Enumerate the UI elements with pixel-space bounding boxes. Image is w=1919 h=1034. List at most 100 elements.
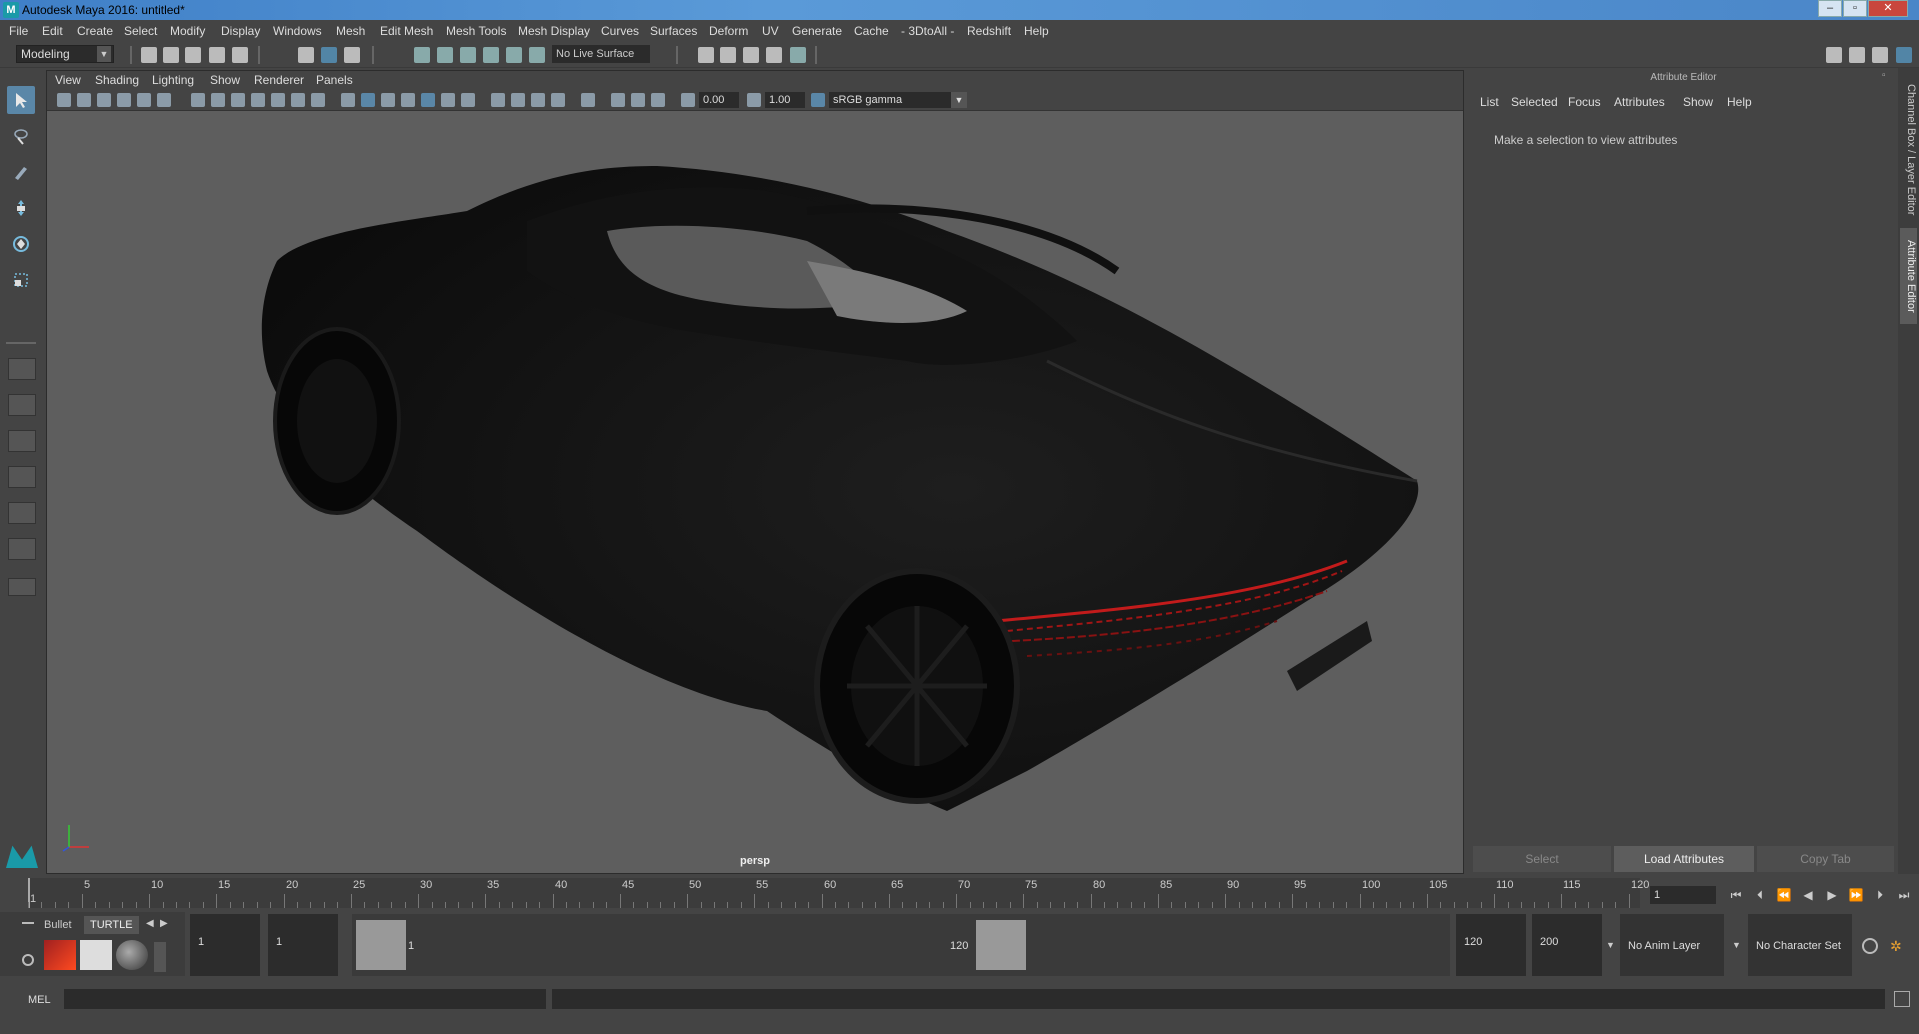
ipr-render-icon[interactable] bbox=[720, 47, 736, 63]
menu-mesh-display[interactable]: Mesh Display bbox=[518, 24, 590, 38]
tool-settings-icon[interactable] bbox=[1872, 47, 1888, 63]
close-button[interactable]: ✕ bbox=[1868, 0, 1908, 17]
select-button[interactable]: Select bbox=[1473, 846, 1611, 872]
shelf-tab-bullet[interactable]: Bullet bbox=[38, 916, 78, 934]
undo-icon[interactable] bbox=[209, 47, 225, 63]
shelf-menu-icon[interactable] bbox=[22, 922, 34, 924]
gate-mask-icon[interactable] bbox=[251, 93, 265, 107]
camera-attributes-icon[interactable] bbox=[77, 93, 91, 107]
go-to-end-icon[interactable]: ⏭ bbox=[1896, 888, 1912, 902]
step-forward-frame-icon[interactable]: ⏵ bbox=[1872, 888, 1888, 902]
attr-menu-selected[interactable]: Selected bbox=[1511, 95, 1558, 109]
menu-create[interactable]: Create bbox=[77, 24, 113, 38]
menu-mesh-tools[interactable]: Mesh Tools bbox=[446, 24, 506, 38]
viewport-menu-lighting[interactable]: Lighting bbox=[152, 73, 194, 87]
maximize-button[interactable]: ▫ bbox=[1843, 0, 1867, 17]
snap-view-plane-icon[interactable] bbox=[483, 47, 499, 63]
chevron-down-icon[interactable]: ▼ bbox=[1606, 940, 1615, 950]
persp-uv-layout-icon[interactable] bbox=[8, 538, 36, 560]
lasso-tool[interactable] bbox=[7, 122, 35, 150]
wireframe-on-shaded-icon[interactable] bbox=[401, 93, 415, 107]
menu-cache[interactable]: Cache bbox=[854, 24, 889, 38]
turtle-bake-icon[interactable] bbox=[80, 940, 112, 970]
step-forward-key-icon[interactable]: ⏩ bbox=[1848, 888, 1864, 902]
default-material-icon[interactable] bbox=[381, 93, 395, 107]
four-view-layout-icon[interactable] bbox=[8, 394, 36, 416]
single-perspective-layout-icon[interactable] bbox=[8, 358, 36, 380]
isolate-select-icon[interactable] bbox=[581, 93, 595, 107]
menu-file[interactable]: File bbox=[9, 24, 28, 38]
magnet-icon[interactable] bbox=[529, 47, 545, 63]
range-slider[interactable]: 1 120 bbox=[352, 914, 1450, 976]
open-scene-icon[interactable] bbox=[163, 47, 179, 63]
motion-blur-icon[interactable] bbox=[511, 93, 525, 107]
snap-point-icon[interactable] bbox=[460, 47, 476, 63]
attr-menu-help[interactable]: Help bbox=[1727, 95, 1752, 109]
go-to-start-icon[interactable]: ⏮ bbox=[1728, 888, 1744, 902]
shelf-tab-turtle[interactable]: TURTLE bbox=[84, 916, 139, 934]
menu-curves[interactable]: Curves bbox=[601, 24, 639, 38]
viewport-menu-renderer[interactable]: Renderer bbox=[254, 73, 304, 87]
shelf-scroll-left-icon[interactable]: ◀ bbox=[146, 918, 154, 929]
gamma-field[interactable]: 1.00 bbox=[765, 92, 805, 108]
range-end-handle[interactable] bbox=[976, 920, 1026, 970]
new-scene-icon[interactable] bbox=[141, 47, 157, 63]
viewport-menu-view[interactable]: View bbox=[55, 73, 81, 87]
2d-pan-zoom-icon[interactable] bbox=[137, 93, 151, 107]
minimize-button[interactable]: – bbox=[1818, 0, 1842, 17]
safe-action-icon[interactable] bbox=[291, 93, 305, 107]
collapse-toolbox-icon[interactable] bbox=[8, 578, 36, 596]
exposure-icon[interactable] bbox=[681, 93, 695, 107]
shelf-scrollbar[interactable] bbox=[154, 942, 166, 972]
select-by-hierarchy-icon[interactable] bbox=[298, 47, 314, 63]
menu-generate[interactable]: Generate bbox=[792, 24, 842, 38]
xray-icon[interactable] bbox=[611, 93, 625, 107]
film-gate-icon[interactable] bbox=[211, 93, 225, 107]
start-time-field[interactable]: 1 bbox=[190, 914, 260, 976]
menu-edit[interactable]: Edit bbox=[42, 24, 63, 38]
safe-title-icon[interactable] bbox=[311, 93, 325, 107]
range-start-handle[interactable] bbox=[356, 920, 406, 970]
turtle-render-icon[interactable] bbox=[44, 940, 76, 970]
menu-modify[interactable]: Modify bbox=[170, 24, 205, 38]
snap-curve-icon[interactable] bbox=[437, 47, 453, 63]
select-by-object-icon[interactable] bbox=[321, 47, 337, 63]
persp-hypershade-layout-icon[interactable] bbox=[8, 502, 36, 524]
playback-end-field[interactable]: 120 bbox=[1456, 914, 1526, 976]
playback-start-field[interactable]: 1 bbox=[268, 914, 338, 976]
load-attributes-button[interactable]: Load Attributes bbox=[1614, 846, 1754, 872]
menu-surfaces[interactable]: Surfaces bbox=[650, 24, 697, 38]
play-backwards-icon[interactable]: ◀ bbox=[1800, 888, 1816, 902]
textured-icon[interactable] bbox=[421, 93, 435, 107]
modeling-toolkit-icon[interactable] bbox=[1826, 47, 1842, 63]
end-time-field[interactable]: 200 bbox=[1532, 914, 1602, 976]
grid-icon[interactable] bbox=[191, 93, 205, 107]
redshift-render-icon[interactable] bbox=[790, 47, 806, 63]
script-editor-icon[interactable] bbox=[1894, 991, 1910, 1007]
anti-aliasing-icon[interactable] bbox=[531, 93, 545, 107]
mode-selector[interactable]: Modeling ▼ bbox=[16, 45, 114, 63]
depth-of-field-icon[interactable] bbox=[551, 93, 565, 107]
viewport-panel[interactable]: View Shading Lighting Show Renderer Pane… bbox=[46, 70, 1464, 874]
move-tool[interactable] bbox=[7, 194, 35, 222]
turtle-material-icon[interactable] bbox=[116, 940, 148, 970]
gamma-icon[interactable] bbox=[747, 93, 761, 107]
menu-mesh[interactable]: Mesh bbox=[336, 24, 365, 38]
step-back-key-icon[interactable]: ⏪ bbox=[1776, 888, 1792, 902]
attr-menu-attributes[interactable]: Attributes bbox=[1614, 95, 1665, 109]
select-by-component-icon[interactable] bbox=[344, 47, 360, 63]
tab-channel-box[interactable]: Channel Box / Layer Editor bbox=[1900, 80, 1917, 220]
smooth-shade-icon[interactable] bbox=[361, 93, 375, 107]
menu-deform[interactable]: Deform bbox=[709, 24, 748, 38]
shelf-scroll-right-icon[interactable]: ▶ bbox=[160, 918, 168, 929]
rotate-tool[interactable] bbox=[7, 230, 35, 258]
chevron-down-icon[interactable]: ▼ bbox=[1732, 940, 1741, 950]
menu-select[interactable]: Select bbox=[124, 24, 157, 38]
grease-pencil-icon[interactable] bbox=[157, 93, 171, 107]
live-surface-field[interactable]: No Live Surface bbox=[552, 45, 650, 63]
human-ik-icon[interactable] bbox=[1849, 47, 1865, 63]
persp-outliner-layout-icon[interactable] bbox=[8, 430, 36, 452]
viewport-menu-shading[interactable]: Shading bbox=[95, 73, 139, 87]
use-all-lights-icon[interactable] bbox=[441, 93, 455, 107]
color-management-icon[interactable] bbox=[811, 93, 825, 107]
